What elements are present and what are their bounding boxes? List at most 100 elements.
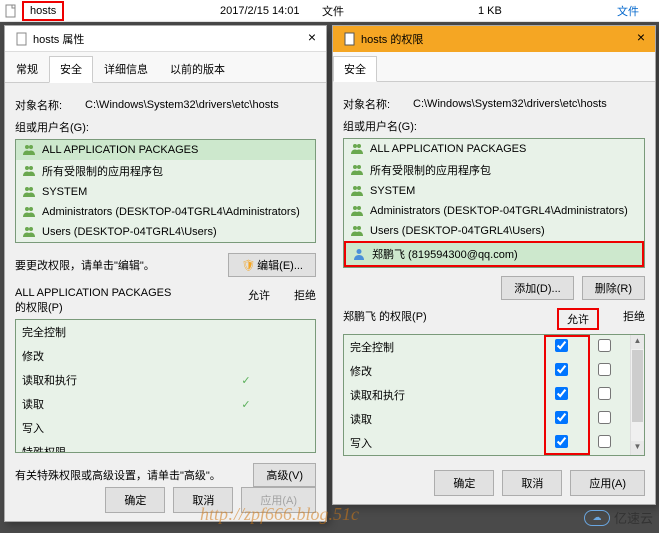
allow-cell — [538, 387, 584, 403]
edit-button[interactable]: 🛡编辑(E)... — [228, 253, 316, 277]
close-icon[interactable]: × — [633, 30, 649, 46]
permission-row: 读取 — [344, 407, 630, 431]
permission-row: 写入 — [16, 416, 315, 440]
group-item[interactable]: 所有受限制的应用程序包 — [344, 159, 644, 181]
group-icon — [350, 184, 364, 198]
cancel-button[interactable]: 取消 — [173, 487, 233, 513]
tab-security[interactable]: 安全 — [333, 56, 377, 82]
allow-checkbox[interactable] — [555, 339, 568, 352]
permissions-list: 完全控制 修改 读取和执行 读取 写入 ▲▼ — [343, 334, 645, 456]
edit-hint: 要更改权限，请单击"编辑"。 — [15, 257, 155, 273]
explorer-file-row: hosts 2017/2/15 14:01 文件 1 KB 文件 — [0, 0, 659, 22]
group-item[interactable]: Users (DESKTOP-04TGRL4\Users) — [16, 222, 315, 242]
deny-checkbox[interactable] — [598, 339, 611, 352]
allow-cell — [538, 435, 584, 451]
tab-details[interactable]: 详细信息 — [93, 56, 159, 82]
file-icon — [343, 32, 357, 46]
allow-checkbox[interactable] — [555, 363, 568, 376]
allow-checkbox[interactable] — [555, 411, 568, 424]
permission-row: 完全控制 — [344, 335, 630, 359]
group-item[interactable]: Administrators (DESKTOP-04TGRL4\Administ… — [16, 202, 315, 222]
permission-row: 写入 — [344, 431, 630, 455]
titlebar[interactable]: hosts 属性 × — [5, 26, 326, 52]
group-name: Users (DESKTOP-04TGRL4\Users) — [370, 225, 545, 237]
permissions-dialog: hosts 的权限 × 安全 对象名称: C:\Windows\System32… — [332, 25, 656, 505]
permission-row: 读取和执行 — [344, 383, 630, 407]
cancel-button[interactable]: 取消 — [502, 470, 562, 496]
scroll-thumb[interactable] — [632, 350, 643, 422]
deny-col: 拒绝 — [294, 287, 316, 315]
close-icon[interactable]: × — [304, 30, 320, 46]
group-icon — [350, 204, 364, 218]
group-item[interactable]: 所有受限制的应用程序包 — [16, 160, 315, 182]
group-icon — [22, 205, 36, 219]
group-item[interactable]: ALL APPLICATION PACKAGES — [344, 139, 644, 159]
perm-name: 读取 — [22, 396, 223, 412]
perm-header: 郑鹏飞 的权限(P) — [343, 308, 427, 330]
allow-cell — [538, 363, 584, 379]
permission-row: 修改 — [344, 359, 630, 383]
group-item[interactable]: Administrators (DESKTOP-04TGRL4\Administ… — [344, 201, 644, 221]
tabs: 常规 安全 详细信息 以前的版本 — [5, 52, 326, 83]
apply-button[interactable]: 应用(A) — [241, 487, 316, 513]
deny-cell — [584, 411, 624, 427]
perm-name: 读取和执行 — [350, 387, 538, 403]
tab-security[interactable]: 安全 — [49, 56, 93, 83]
deny-checkbox[interactable] — [598, 435, 611, 448]
file-size: 1 KB — [478, 5, 502, 17]
permission-row: 完全控制 — [16, 320, 315, 344]
scroll-down-icon[interactable]: ▼ — [631, 441, 644, 455]
allow-check: ✓ — [223, 374, 269, 387]
ok-button[interactable]: 确定 — [105, 487, 165, 513]
add-button[interactable]: 添加(D)... — [501, 276, 573, 300]
permissions-list: 完全控制 修改 读取和执行 ✓ 读取 ✓ 写入 特殊权限 — [15, 319, 316, 453]
ok-button[interactable]: 确定 — [434, 470, 494, 496]
deny-checkbox[interactable] — [598, 411, 611, 424]
perm-name: 读取 — [350, 411, 538, 427]
dialog-title: hosts 属性 — [33, 31, 84, 47]
allow-col: 允许 — [248, 287, 270, 315]
advanced-button[interactable]: 高级(V) — [253, 463, 316, 487]
group-name: ALL APPLICATION PACKAGES — [42, 144, 198, 156]
tabs: 安全 — [333, 52, 655, 82]
perm-name: 修改 — [22, 348, 223, 364]
titlebar[interactable]: hosts 的权限 × — [333, 26, 655, 52]
allow-cell — [538, 339, 584, 355]
group-item[interactable]: SYSTEM — [344, 181, 644, 201]
remove-button[interactable]: 删除(R) — [582, 276, 645, 300]
deny-checkbox[interactable] — [598, 363, 611, 376]
advanced-hint: 有关特殊权限或高级设置，请单击"高级"。 — [15, 467, 221, 483]
allow-checkbox[interactable] — [555, 387, 568, 400]
group-name: Users (DESKTOP-04TGRL4\Users) — [42, 226, 217, 238]
object-label: 对象名称: — [15, 97, 85, 113]
permission-row: 读取和执行 ✓ — [16, 368, 315, 392]
perm-header: ALL APPLICATION PACKAGES 的权限(P) — [15, 287, 171, 315]
tab-previous[interactable]: 以前的版本 — [159, 56, 236, 82]
perm-name: 特殊权限 — [22, 444, 223, 453]
permission-row: 特殊权限 — [16, 440, 315, 453]
allow-checkbox[interactable] — [555, 435, 568, 448]
group-icon — [350, 142, 364, 156]
deny-checkbox[interactable] — [598, 387, 611, 400]
perm-name: 完全控制 — [22, 324, 223, 340]
group-item[interactable]: 郑鹏飞 (819594300@qq.com) — [344, 241, 644, 267]
scroll-up-icon[interactable]: ▲ — [631, 335, 644, 349]
apply-button[interactable]: 应用(A) — [570, 470, 645, 496]
scrollbar[interactable]: ▲▼ — [630, 335, 644, 455]
group-item[interactable]: ALL APPLICATION PACKAGES — [16, 140, 315, 160]
object-path: C:\Windows\System32\drivers\etc\hosts — [85, 99, 279, 111]
group-list[interactable]: ALL APPLICATION PACKAGES 所有受限制的应用程序包SYSTE… — [343, 138, 645, 268]
group-item[interactable]: Users (DESKTOP-04TGRL4\Users) — [344, 221, 644, 241]
group-icon — [350, 224, 364, 238]
group-item[interactable]: SYSTEM — [16, 182, 315, 202]
group-name: ALL APPLICATION PACKAGES — [370, 143, 526, 155]
allow-col: 允许 — [557, 308, 599, 330]
file-link[interactable]: 文件 — [617, 3, 639, 19]
file-name[interactable]: hosts — [22, 1, 64, 21]
perm-name: 读取和执行 — [22, 372, 223, 388]
group-list[interactable]: ALL APPLICATION PACKAGES 所有受限制的应用程序包SYSTE… — [15, 139, 316, 243]
perm-name: 完全控制 — [350, 339, 538, 355]
deny-col: 拒绝 — [623, 308, 645, 330]
tab-general[interactable]: 常规 — [5, 56, 49, 82]
file-date: 2017/2/15 14:01 — [220, 5, 300, 17]
